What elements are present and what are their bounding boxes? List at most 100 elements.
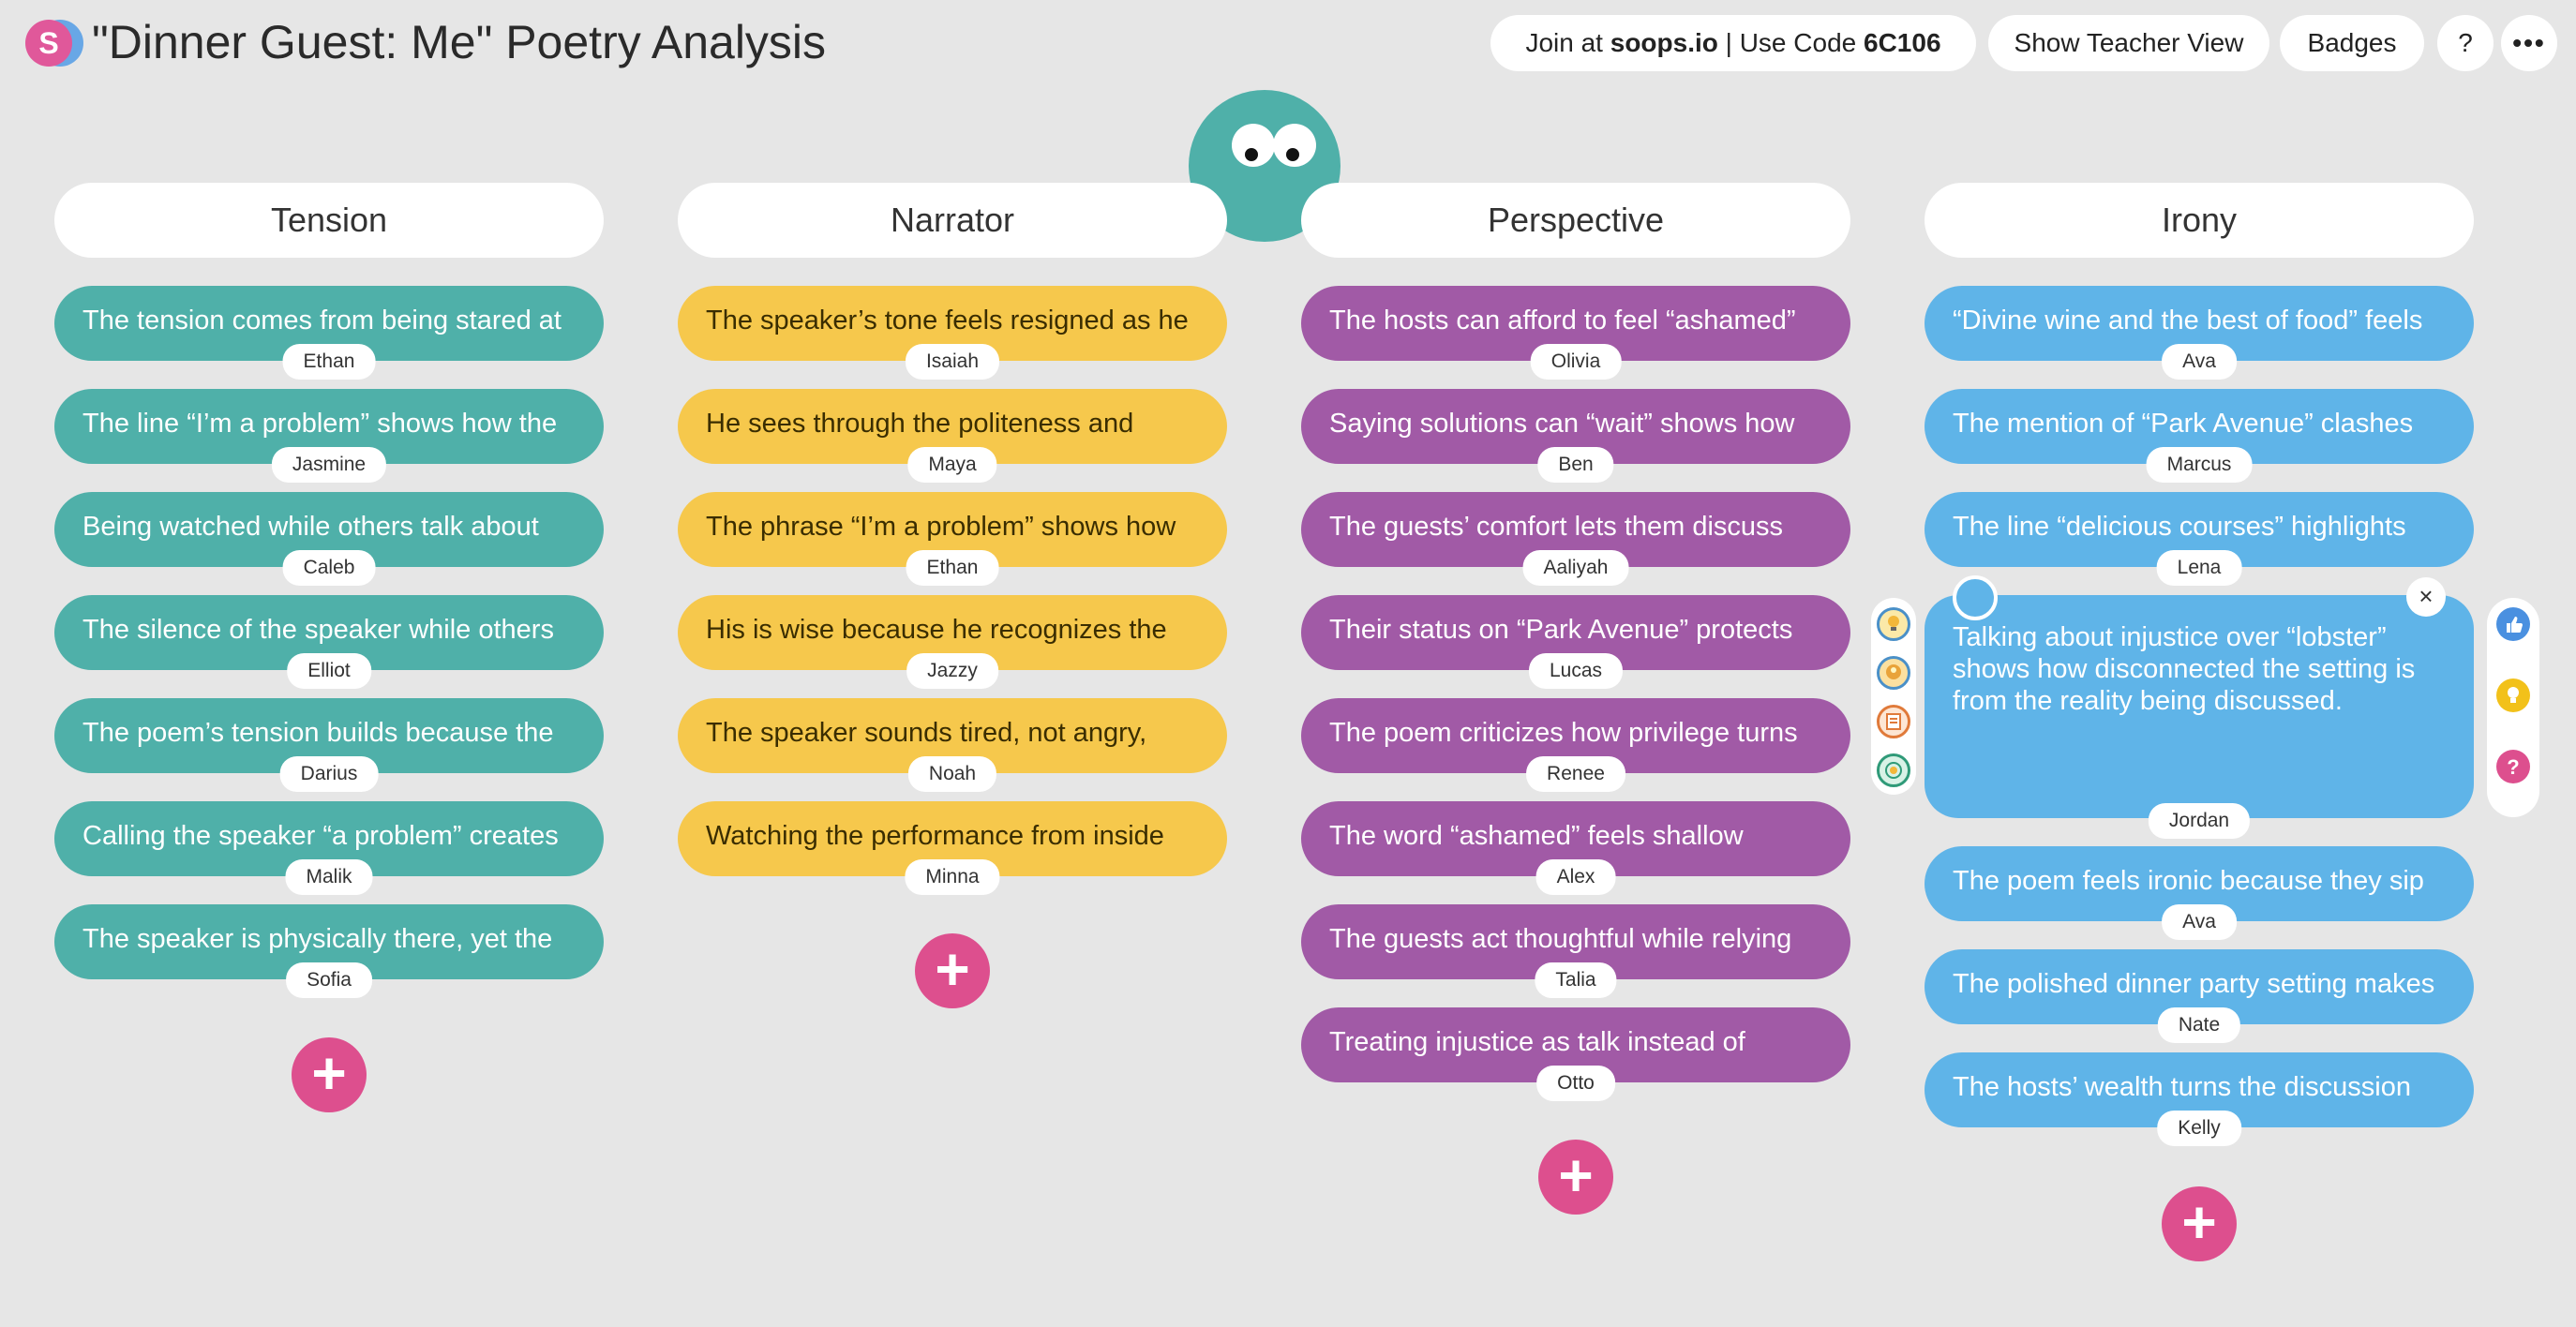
card-author: Otto — [1536, 1066, 1615, 1101]
response-card[interactable]: The polished dinner party setting makes N… — [1925, 949, 2474, 1043]
response-card-expanded[interactable]: Talking about injustice over “lobster” s… — [1925, 595, 2474, 839]
question-icon[interactable]: ? — [2496, 750, 2530, 783]
svg-text:?: ? — [2507, 755, 2519, 779]
card-author: Lucas — [1528, 653, 1624, 689]
target-icon[interactable] — [1877, 753, 1910, 787]
response-card[interactable]: Their status on “Park Avenue” protects Lu… — [1301, 595, 1850, 689]
drag-handle[interactable] — [1953, 575, 1998, 620]
card-text: The poem feels ironic because they sip — [1953, 866, 2424, 896]
card-text: The phrase “I’m a problem” shows how — [706, 512, 1176, 542]
response-card[interactable]: The phrase “I’m a problem” shows how Etha… — [678, 492, 1227, 586]
response-card[interactable]: The guests’ comfort lets them discuss Aal… — [1301, 492, 1850, 586]
add-card-button-tension[interactable]: + — [292, 1037, 367, 1112]
response-card[interactable]: The hosts can afford to feel “ashamed” Ol… — [1301, 286, 1850, 380]
show-teacher-view-button[interactable]: Show Teacher View — [1988, 15, 2269, 71]
page-title: "Dinner Guest: Me" Poetry Analysis — [92, 16, 827, 68]
response-card[interactable]: The guests act thoughtful while relying T… — [1301, 904, 1850, 998]
card-text: Talking about injustice over “lobster” s… — [1953, 622, 2416, 716]
card-author: Jazzy — [906, 653, 998, 689]
column-header: Tension — [54, 183, 604, 258]
card-author: Ethan — [282, 344, 376, 380]
card-text: The hosts can afford to feel “ashamed” — [1329, 306, 1796, 335]
response-card[interactable]: Watching the performance from inside Minn… — [678, 801, 1227, 895]
response-card[interactable]: The speaker is physically there, yet the… — [54, 904, 604, 998]
card-author: Lena — [2156, 550, 2242, 586]
add-card-button-perspective[interactable]: + — [1538, 1140, 1613, 1215]
card-author: Ava — [2162, 344, 2237, 380]
column-narrator: Narrator The speaker’s tone feels resign… — [678, 183, 1227, 904]
card-text: The polished dinner party setting makes — [1953, 969, 2435, 999]
logo-letter: S — [38, 26, 59, 60]
idea-head-icon[interactable] — [1877, 656, 1910, 690]
help-button[interactable]: ? — [2437, 15, 2494, 71]
response-card[interactable]: His is wise because he recognizes the Jaz… — [678, 595, 1227, 689]
card-text: Their status on “Park Avenue” protects — [1329, 615, 1793, 645]
card-author: Darius — [279, 756, 379, 792]
join-code: 6C106 — [1864, 28, 1941, 57]
response-card[interactable]: Treating injustice as talk instead of Ott… — [1301, 1007, 1850, 1101]
response-card[interactable]: The poem feels ironic because they sip Av… — [1925, 846, 2474, 940]
mascot-eye-right — [1273, 124, 1316, 167]
thumbs-up-icon[interactable] — [2496, 607, 2530, 641]
card-text: Treating injustice as talk instead of — [1329, 1027, 1745, 1057]
response-card[interactable]: He sees through the politeness and Maya — [678, 389, 1227, 483]
response-card[interactable]: Being watched while others talk about Cal… — [54, 492, 604, 586]
card-text: The line “delicious courses” highlights — [1953, 512, 2406, 542]
card-tools-toolbar — [1871, 598, 1916, 795]
response-card[interactable]: The line “delicious courses” highlights L… — [1925, 492, 2474, 586]
card-text: The speaker sounds tired, not angry, — [706, 718, 1147, 748]
card-author: Renee — [1526, 756, 1625, 792]
card-list: The hosts can afford to feel “ashamed” Ol… — [1301, 286, 1850, 1101]
card-text: His is wise because he recognizes the — [706, 615, 1167, 645]
card-author: Maya — [907, 447, 997, 483]
card-author: Caleb — [282, 550, 376, 586]
card-author: Ben — [1537, 447, 1614, 483]
card-author: Malik — [285, 859, 373, 895]
response-card[interactable]: The mention of “Park Avenue” clashes Marc… — [1925, 389, 2474, 483]
document-icon[interactable] — [1877, 705, 1910, 738]
card-text: The speaker is physically there, yet the — [82, 924, 553, 954]
response-card[interactable]: The poem criticizes how privilege turns R… — [1301, 698, 1850, 792]
card-text: “Divine wine and the best of food” feels — [1953, 306, 2423, 335]
response-card[interactable]: The speaker sounds tired, not angry, Noah — [678, 698, 1227, 792]
response-card[interactable]: The tension comes from being stared at Et… — [54, 286, 604, 380]
reactions-toolbar: ? — [2487, 598, 2539, 817]
card-author: Ava — [2162, 904, 2237, 940]
logo-bubble-pink: S — [25, 20, 72, 67]
card-text: Calling the speaker “a problem” creates — [82, 821, 559, 851]
add-card-button-narrator[interactable]: + — [915, 933, 990, 1008]
card-author: Talia — [1535, 962, 1617, 998]
badges-button[interactable]: Badges — [2280, 15, 2424, 71]
card-text: Saying solutions can “wait” shows how — [1329, 409, 1795, 439]
add-card-button-irony[interactable]: + — [2162, 1186, 2237, 1261]
response-card[interactable]: The line “I’m a problem” shows how the Ja… — [54, 389, 604, 483]
response-card[interactable]: Saying solutions can “wait” shows how Ben — [1301, 389, 1850, 483]
card-author: Olivia — [1530, 344, 1622, 380]
column-header: Narrator — [678, 183, 1227, 258]
response-card[interactable]: The hosts’ wealth turns the discussion Ke… — [1925, 1052, 2474, 1146]
column-tension: Tension The tension comes from being sta… — [54, 183, 604, 1007]
response-card[interactable]: The word “ashamed” feels shallow Alex — [1301, 801, 1850, 895]
response-card[interactable]: The speaker’s tone feels resigned as he I… — [678, 286, 1227, 380]
app-logo[interactable]: S — [25, 20, 83, 67]
response-card[interactable]: The poem’s tension builds because the Dar… — [54, 698, 604, 792]
response-card[interactable]: Calling the speaker “a problem” creates M… — [54, 801, 604, 895]
card-text: The poem’s tension builds because the — [82, 718, 554, 748]
card-list: The tension comes from being stared at Et… — [54, 286, 604, 998]
close-card-button[interactable]: × — [2406, 577, 2446, 617]
card-text: The poem criticizes how privilege turns — [1329, 718, 1798, 748]
lightbulb-icon[interactable] — [2496, 678, 2530, 712]
lightbulb-icon[interactable] — [1877, 607, 1910, 641]
card-author: Isaiah — [905, 344, 1000, 380]
mascot-pupil-right — [1286, 148, 1299, 161]
response-card[interactable]: “Divine wine and the best of food” feels… — [1925, 286, 2474, 380]
join-info-button[interactable]: Join at soops.io | Use Code 6C106 — [1490, 15, 1976, 71]
card-text: The word “ashamed” feels shallow — [1329, 821, 1744, 851]
card-text: The tension comes from being stared at — [82, 306, 562, 335]
card-author: Kelly — [2157, 1111, 2241, 1146]
card-list: The speaker’s tone feels resigned as he I… — [678, 286, 1227, 895]
column-irony: Irony “Divine wine and the best of food”… — [1925, 183, 2474, 1156]
card-text: Being watched while others talk about — [82, 512, 539, 542]
response-card[interactable]: The silence of the speaker while others E… — [54, 595, 604, 689]
more-menu-button[interactable]: ••• — [2501, 15, 2557, 71]
